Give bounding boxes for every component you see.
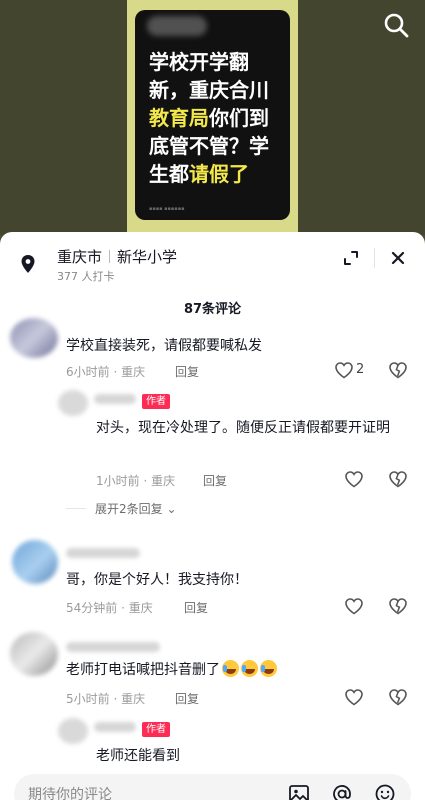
avatar[interactable] [12,540,58,584]
avatar[interactable] [58,390,88,416]
search-icon[interactable] [381,10,411,40]
author-name [94,722,136,732]
location-divider [109,250,111,263]
heart-icon[interactable] [344,688,364,706]
reply-item: 作者 对头，现在冷处理了。随便反正请假都要开证明 1小时前 · 重庆 回复 展开… [0,384,425,526]
heart-icon[interactable] [344,470,364,488]
reply-button[interactable]: 回复 [175,690,199,707]
cover-blurred-avatar [147,16,207,36]
cover-headline: 学校开学翻 新，重庆合川 教育局你们到 底管不管？学 生都请假了 [149,50,269,186]
video-cover: 学校开学翻 新，重庆合川 教育局你们到 底管不管？学 生都请假了 ▪▪▪▪ ▪▪… [127,0,298,235]
avatar[interactable] [10,632,58,676]
crying-laugh-emoji-icon [241,660,258,677]
comment-item: 哥，你是个好人！我支持你！ 54分钟前 · 重庆 回复 [0,534,425,616]
comment-meta: 5小时前 · 重庆 [66,692,146,706]
location-place: 新华小学 [117,248,178,266]
close-icon[interactable] [386,246,410,270]
location-pin-icon [21,255,35,273]
author-name [94,394,136,404]
heart-icon[interactable] [334,361,354,379]
chevron-down-icon: ⌄ [166,502,177,516]
comment-input[interactable]: 期待你的评论 [28,784,112,800]
comment-text: 老师还能看到 [96,748,180,764]
avatar[interactable] [10,318,58,358]
location-city: 重庆市 [57,248,103,266]
heart-icon[interactable] [344,597,364,615]
comment-meta: 6小时前 · 重庆 [66,365,146,379]
comment-meta: 1小时前 · 重庆 [96,474,176,488]
comment-item: 学校直接装死，请假都要喊私发 6小时前 · 重庆 回复 2 [0,314,425,384]
video-player[interactable]: 学校开学翻 新，重庆合川 教育局你们到 底管不管？学 生都请假了 ▪▪▪▪ ▪▪… [0,0,425,235]
comment-text: 学校直接装死，请假都要喊私发 [66,338,262,354]
reply-button[interactable]: 回复 [175,363,199,380]
cover-card: 学校开学翻 新，重庆合川 教育局你们到 底管不管？学 生都请假了 ▪▪▪▪ ▪▪… [135,10,290,220]
comment-text: 哥，你是个好人！我支持你！ [66,572,248,588]
commenter-name [66,548,140,558]
broken-heart-icon[interactable] [388,361,408,379]
comment-item: 老师打电话喊把抖音删了 5小时前 · 重庆 回复 [0,628,425,714]
broken-heart-icon[interactable] [388,470,408,488]
crying-laugh-emoji-icon [222,660,239,677]
author-badge: 作者 [142,394,170,409]
broken-heart-icon[interactable] [388,688,408,706]
location-title: 重庆市 新华小学 [57,246,177,267]
expand-replies-button[interactable]: 展开2条回复 ⌄ [95,500,177,517]
commenter-name [66,642,160,652]
cover-footnote: ▪▪▪▪ ▪▪▪▪▪▪ [149,206,185,212]
checkin-count: 377 人打卡 [57,270,115,283]
comment-sheet: 重庆市 新华小学 377 人打卡 87条评论 学校直接装死，请假都要喊私发 6小时… [0,232,425,800]
avatar[interactable] [58,718,88,744]
at-icon[interactable] [331,783,353,800]
comment-meta: 54分钟前 · 重庆 [66,601,153,615]
like-count: 2 [356,362,365,377]
image-icon[interactable] [288,783,310,800]
author-badge: 作者 [142,722,170,737]
broken-heart-icon[interactable] [388,597,408,615]
comment-input-bar[interactable]: 期待你的评论 [14,774,411,800]
reply-button[interactable]: 回复 [203,472,227,489]
comment-text: 老师打电话喊把抖音删了 [66,658,277,682]
emoji-icon[interactable] [374,783,396,800]
expand-icon[interactable] [339,246,363,270]
expand-divider [66,508,86,509]
crying-laugh-emoji-icon [260,660,277,677]
header-divider [374,248,375,268]
comment-text: 对头，现在冷处理了。随便反正请假都要开证明 [96,420,390,436]
reply-button[interactable]: 回复 [184,599,208,616]
reply-item: 作者 老师还能看到 [0,714,425,774]
